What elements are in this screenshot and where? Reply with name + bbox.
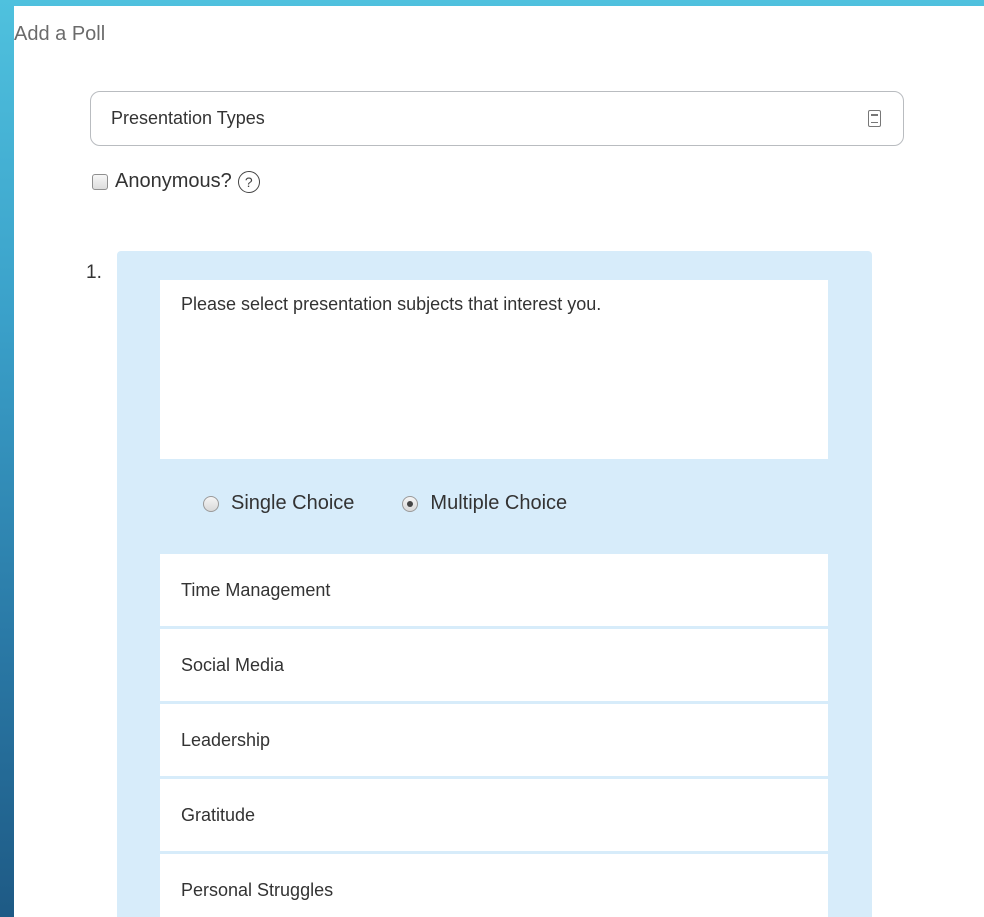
answer-input-2[interactable]: Social Media	[160, 629, 828, 701]
multiple-choice-radio[interactable]	[402, 495, 419, 512]
poll-title-input[interactable]: Presentation Types	[90, 91, 904, 146]
answer-input-4[interactable]: Gratitude	[160, 779, 828, 851]
answer-input-5[interactable]: Personal Struggles	[160, 854, 828, 917]
single-choice-option[interactable]: Single Choice	[203, 492, 354, 515]
anonymous-label: Anonymous?	[115, 170, 232, 192]
document-icon[interactable]	[868, 110, 881, 127]
question-type-selector: Single Choice Multiple Choice	[203, 492, 615, 515]
help-glyph: ?	[244, 173, 253, 190]
anonymous-checkbox[interactable]	[92, 173, 108, 190]
answer-input-1[interactable]: Time Management	[160, 554, 828, 626]
multiple-choice-label: Multiple Choice	[430, 492, 568, 514]
answer-list: Time Management Social Media Leadership …	[160, 554, 828, 917]
single-choice-radio[interactable]	[203, 495, 219, 512]
poll-title-value: Presentation Types	[111, 108, 265, 128]
help-icon[interactable]: ?	[237, 170, 260, 193]
answer-input-3[interactable]: Leadership	[160, 704, 828, 776]
window-title: Add a Poll	[14, 23, 106, 45]
question-number: 1.	[86, 262, 102, 283]
single-choice-label: Single Choice	[231, 492, 355, 514]
multiple-choice-option[interactable]: Multiple Choice	[402, 492, 567, 515]
anonymous-option[interactable]: Anonymous? ?	[92, 170, 260, 193]
question-text-input[interactable]: Please select presentation subjects that…	[160, 280, 828, 459]
